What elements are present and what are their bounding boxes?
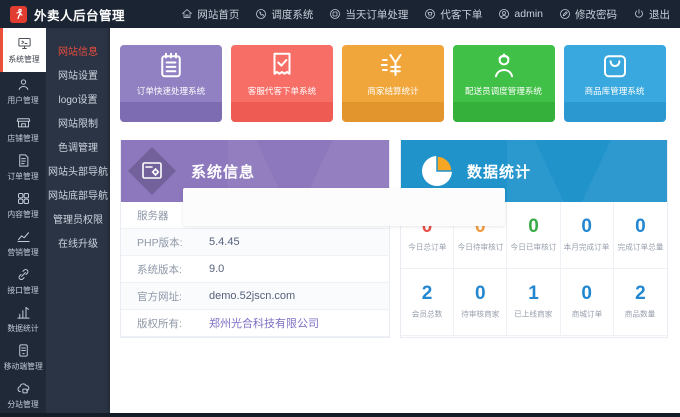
topnav-admin[interactable]: admin	[498, 8, 543, 20]
stat-mall-orders: 0 商城订单	[561, 269, 614, 336]
courier-icon	[489, 50, 519, 80]
submenu-item-header-nav[interactable]: 网站头部导航	[46, 158, 110, 182]
panels: 系统信息 服务器 PHP版本: 5.4.45 系统版本:	[120, 140, 668, 338]
sidebar-item-statistics[interactable]: 数据统计	[0, 300, 46, 338]
sidebar-item-orders[interactable]: 订单管理	[0, 148, 46, 186]
sidebar-item-branch[interactable]: 分站管理	[0, 376, 46, 414]
password-icon	[559, 8, 571, 20]
marketing-chart-icon	[16, 229, 31, 244]
sidebar-item-shops[interactable]: 店铺管理	[0, 110, 46, 148]
sidebar-item-content[interactable]: 内容管理	[0, 186, 46, 224]
bottom-edge-bar	[0, 413, 680, 417]
receipt-check-icon	[267, 50, 297, 80]
submenu-item-logo-settings[interactable]: logo设置	[46, 86, 110, 110]
submenu-item-theme[interactable]: 色调管理	[46, 134, 110, 158]
tile-order-quick-process[interactable]: 订单快速处理系统	[120, 45, 222, 122]
tile-product-library[interactable]: 商品库管理系统	[564, 45, 666, 122]
dispatch-icon	[255, 8, 267, 20]
mobile-app-icon	[16, 343, 31, 358]
order-doc-icon	[16, 153, 31, 168]
sidebar: 系统管理 用户管理 店铺管理 订单管理 内容管理 营销管理	[0, 28, 46, 413]
tile-proxy-order-system[interactable]: 客服代客下单系统	[231, 45, 333, 122]
submenu-item-admin-perms[interactable]: 管理员权限	[46, 206, 110, 230]
submenu-item-site-info[interactable]: 网站信息	[46, 38, 110, 62]
tile-merchant-settlement[interactable]: 商家结算统计	[342, 45, 444, 122]
content-grid-icon	[16, 191, 31, 206]
branch-cloud-icon	[16, 381, 31, 396]
notepad-icon	[156, 50, 186, 80]
system-info-panel: 系统信息 服务器 PHP版本: 5.4.45 系统版本:	[120, 140, 390, 338]
data-stats-panel: 数据统计 0 今日总订单 0 今日待审核订 0 今日已审核	[400, 140, 668, 338]
quick-tiles: 订单快速处理系统 客服代客下单系统 商家结算统计	[120, 45, 668, 122]
info-row-system-version: 系统版本: 9.0	[121, 256, 389, 283]
stat-today-reviewed: 0 今日已审核订	[507, 202, 560, 269]
monitor-icon	[17, 36, 32, 51]
sidebar-item-system[interactable]: 系统管理	[0, 28, 46, 72]
info-row-copyright: 版权所有: 郑州光合科技有限公司	[121, 310, 389, 337]
api-link-icon	[16, 267, 31, 282]
gear-window-icon	[135, 154, 169, 188]
topnav-logout[interactable]: 退出	[633, 7, 670, 22]
shopping-bag-icon	[600, 50, 630, 80]
sidebar-item-api[interactable]: 接口管理	[0, 262, 46, 300]
admin-dashboard-page: 外卖人后台管理 网站首页 调度系统 当天订单处理 代客下单 admin	[0, 0, 680, 417]
stat-completed-total: 0 完成订单总量	[614, 202, 667, 269]
sidebar-item-users[interactable]: 用户管理	[0, 72, 46, 110]
topnav-proxy-order[interactable]: 代客下单	[424, 7, 482, 22]
stat-online-merchants: 1 已上线商家	[507, 269, 560, 336]
yuan-money-icon	[378, 50, 408, 80]
redaction-overlay	[183, 188, 505, 226]
submenu-item-site-settings[interactable]: 网站设置	[46, 62, 110, 86]
tile-courier-dispatch[interactable]: 配送员调度管理系统	[453, 45, 555, 122]
admin-user-icon	[498, 8, 510, 20]
info-row-official-site: 官方网址: demo.52jscn.com	[121, 283, 389, 310]
submenu-item-site-limits[interactable]: 网站限制	[46, 110, 110, 134]
system-info-title: 系统信息	[191, 161, 255, 182]
topnav-home[interactable]: 网站首页	[181, 7, 239, 22]
store-icon	[16, 115, 31, 130]
topbar: 外卖人后台管理 网站首页 调度系统 当天订单处理 代客下单 admin	[0, 0, 680, 28]
stat-month-completed: 0 本月完成订单	[561, 202, 614, 269]
home-icon	[181, 8, 193, 20]
logout-icon	[633, 8, 645, 20]
submenu-item-online-upgrade[interactable]: 在线升级	[46, 230, 110, 254]
submenu-item-footer-nav[interactable]: 网站底部导航	[46, 182, 110, 206]
topnav-dispatch[interactable]: 调度系统	[255, 7, 313, 22]
stat-pending-merchants: 0 待审核商家	[454, 269, 507, 336]
sidebar-item-marketing[interactable]: 营销管理	[0, 224, 46, 262]
sidebar-item-mobile[interactable]: 移动端管理	[0, 338, 46, 376]
topnav-today-orders[interactable]: 当天订单处理	[329, 7, 408, 22]
info-row-php-version: PHP版本: 5.4.45	[121, 229, 389, 256]
submenu: 网站信息 网站设置 logo设置 网站限制 色调管理 网站头部导航 网站底部导航…	[46, 28, 110, 413]
stat-total-members: 2 会员总数	[401, 269, 454, 336]
today-orders-icon	[329, 8, 341, 20]
topnav: 网站首页 调度系统 当天订单处理 代客下单 admin 修改密码	[181, 7, 670, 22]
bar-chart-icon	[16, 305, 31, 320]
topnav-change-password[interactable]: 修改密码	[559, 7, 617, 22]
page-title: 外卖人后台管理	[34, 5, 125, 24]
proxy-order-icon	[424, 8, 436, 20]
user-icon	[16, 77, 31, 92]
stat-total-products: 2 商品数量	[614, 269, 667, 336]
app-logo-icon	[10, 6, 27, 23]
data-stats-title: 数据统计	[467, 161, 531, 182]
